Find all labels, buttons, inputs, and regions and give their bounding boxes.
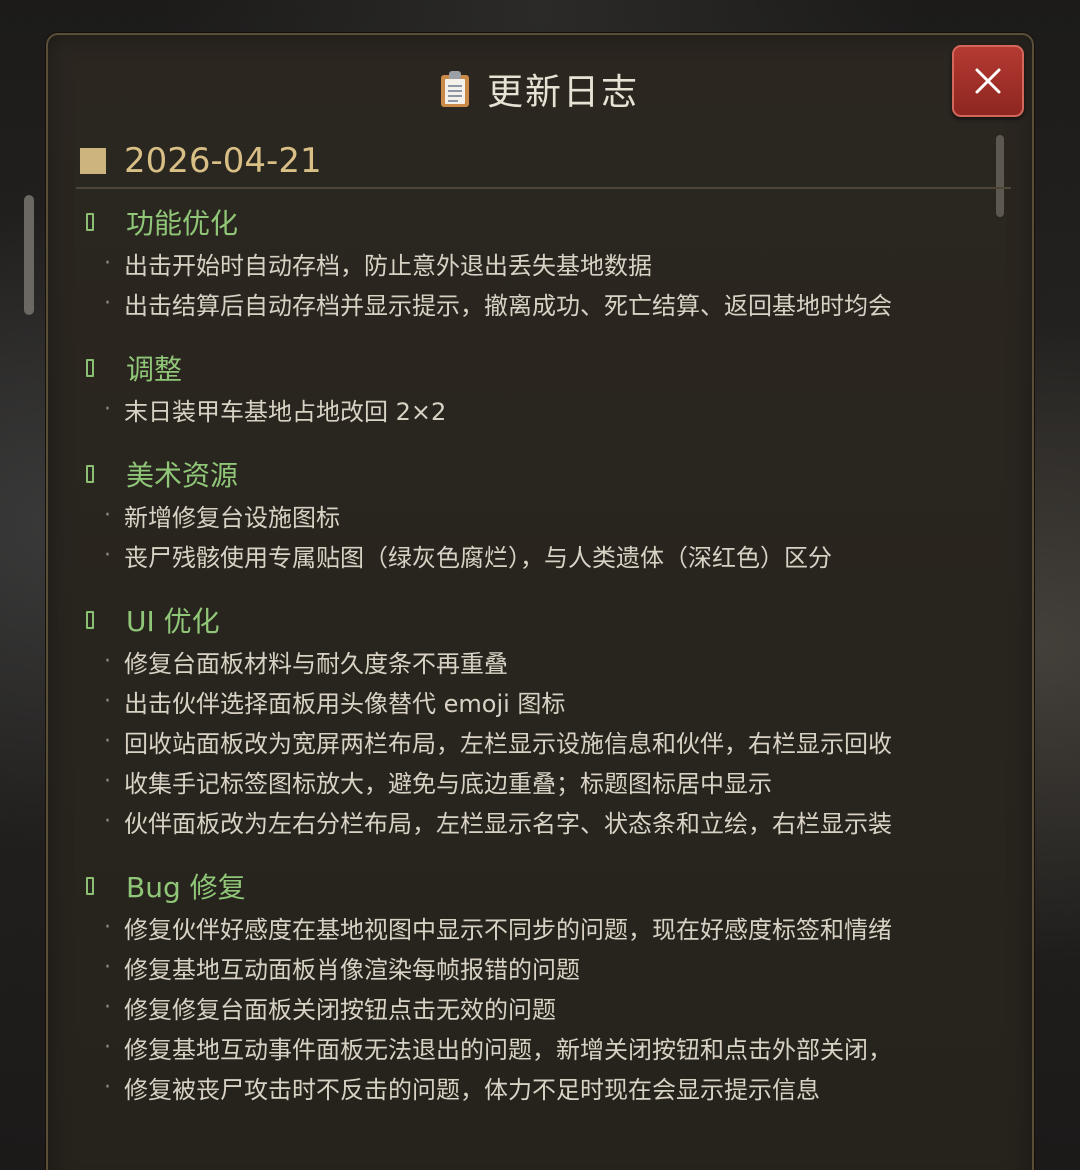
list-item: · 修复伙伴好感度在基地视图中显示不同步的问题，现在好感度标签和情绪 — [76, 907, 1011, 947]
section-ui-optimization: UI 优化 · 修复台面板材料与耐久度条不再重叠 · 出击伙伴选择面板用头像替代… — [76, 599, 1011, 841]
section-header: 功能优化 — [76, 201, 1011, 243]
date-marker-icon — [80, 148, 106, 174]
section-marker-icon — [86, 611, 94, 629]
list-item: · 末日装甲车基地占地改回 2×2 — [76, 389, 1011, 429]
item-text: 回收站面板改为宽屏两栏布局，左栏显示设施信息和伙伴，右栏显示回收 — [124, 729, 892, 758]
item-text: 修复伙伴好感度在基地视图中显示不同步的问题，现在好感度标签和情绪 — [124, 915, 892, 944]
list-item: · 修复修复台面板关闭按钮点击无效的问题 — [76, 987, 1011, 1027]
item-text: 伙伴面板改为左右分栏布局，左栏显示名字、状态条和立绘，右栏显示装 — [124, 809, 892, 838]
list-item: · 新增修复台设施图标 — [76, 495, 1011, 535]
list-item: · 伙伴面板改为左右分栏布局，左栏显示名字、状态条和立绘，右栏显示装 — [76, 801, 1011, 841]
close-icon — [975, 68, 1001, 94]
section-marker-icon — [86, 213, 94, 231]
item-text: 新增修复台设施图标 — [124, 503, 340, 532]
list-item: · 出击伙伴选择面板用头像替代 emoji 图标 — [76, 681, 1011, 721]
bullet-icon: · — [104, 290, 111, 316]
bullet-icon: · — [104, 954, 111, 980]
changelog-sections: 功能优化 · 出击开始时自动存档，防止意外退出丢失基地数据 · 出击结算后自动存… — [76, 189, 1011, 1107]
bullet-icon: · — [104, 768, 111, 794]
item-text: 出击伙伴选择面板用头像替代 emoji 图标 — [124, 689, 566, 718]
bullet-icon: · — [104, 1074, 111, 1100]
section-title: 调整 — [126, 353, 183, 386]
list-item: · 修复被丧尸攻击时不反击的问题，体力不足时现在会显示提示信息 — [76, 1067, 1011, 1107]
changelog-content[interactable]: 2026-04-21 功能优化 · 出击开始时自动存档，防止意外退出丢失基地数据… — [76, 135, 1011, 1170]
list-item: · 修复基地互动面板肖像渲染每帧报错的问题 — [76, 947, 1011, 987]
item-text: 收集手记标签图标放大，避免与底边重叠；标题图标居中显示 — [124, 769, 772, 798]
item-text: 修复台面板材料与耐久度条不再重叠 — [124, 649, 508, 678]
item-text: 末日装甲车基地占地改回 2×2 — [124, 397, 447, 426]
bullet-icon: · — [104, 994, 111, 1020]
clipboard-icon — [440, 71, 469, 107]
close-button[interactable] — [952, 45, 1024, 117]
section-header: UI 优化 — [76, 599, 1011, 641]
list-item: · 修复台面板材料与耐久度条不再重叠 — [76, 641, 1011, 681]
section-marker-icon — [86, 877, 94, 895]
item-text: 修复基地互动事件面板无法退出的问题，新增关闭按钮和点击外部关闭， — [124, 1035, 892, 1064]
section-header: Bug 修复 — [76, 865, 1011, 907]
section-feature-optimization: 功能优化 · 出击开始时自动存档，防止意外退出丢失基地数据 · 出击结算后自动存… — [76, 201, 1011, 323]
dialog-title: 更新日志 — [486, 72, 639, 113]
bullet-icon: · — [104, 1034, 111, 1060]
bullet-icon: · — [104, 502, 111, 528]
section-bug-fix: Bug 修复 · 修复伙伴好感度在基地视图中显示不同步的问题，现在好感度标签和情… — [76, 865, 1011, 1107]
bullet-icon: · — [104, 728, 111, 754]
section-adjustment: 调整 · 末日装甲车基地占地改回 2×2 — [76, 347, 1011, 429]
date-header: 2026-04-21 — [76, 135, 1011, 189]
list-item: · 出击结算后自动存档并显示提示，撤离成功、死亡结算、返回基地时均会 — [76, 283, 1011, 323]
item-text: 修复被丧尸攻击时不反击的问题，体力不足时现在会显示提示信息 — [124, 1075, 820, 1104]
bullet-icon: · — [104, 808, 111, 834]
section-art-assets: 美术资源 · 新增修复台设施图标 · 丧尸残骸使用专属贴图（绿灰色腐烂），与人类… — [76, 453, 1011, 575]
dialog-header: 更新日志 — [48, 59, 1032, 119]
section-header: 美术资源 — [76, 453, 1011, 495]
bullet-icon: · — [104, 688, 111, 714]
bullet-icon: · — [104, 250, 111, 276]
background-scrollbar[interactable] — [24, 195, 34, 315]
bullet-icon: · — [104, 648, 111, 674]
bullet-icon: · — [104, 542, 111, 568]
item-text: 出击结算后自动存档并显示提示，撤离成功、死亡结算、返回基地时均会 — [124, 291, 892, 320]
section-title: Bug 修复 — [126, 871, 246, 904]
item-text: 出击开始时自动存档，防止意外退出丢失基地数据 — [124, 251, 652, 280]
list-item: · 丧尸残骸使用专属贴图（绿灰色腐烂），与人类遗体（深红色）区分 — [76, 535, 1011, 575]
section-header: 调整 — [76, 347, 1011, 389]
item-text: 修复基地互动面板肖像渲染每帧报错的问题 — [124, 955, 580, 984]
changelog-date: 2026-04-21 — [124, 141, 322, 181]
list-item: · 收集手记标签图标放大，避免与底边重叠；标题图标居中显示 — [76, 761, 1011, 801]
list-item: · 回收站面板改为宽屏两栏布局，左栏显示设施信息和伙伴，右栏显示回收 — [76, 721, 1011, 761]
section-marker-icon — [86, 465, 94, 483]
list-item: · 修复基地互动事件面板无法退出的问题，新增关闭按钮和点击外部关闭， — [76, 1027, 1011, 1067]
list-item: · 出击开始时自动存档，防止意外退出丢失基地数据 — [76, 243, 1011, 283]
item-text: 丧尸残骸使用专属贴图（绿灰色腐烂），与人类遗体（深红色）区分 — [124, 543, 832, 572]
section-title: 功能优化 — [126, 207, 239, 240]
changelog-dialog: 更新日志 2026-04-21 功能优化 · 出击开始时自动存档，防止意外退出丢… — [46, 33, 1034, 1170]
section-title: 美术资源 — [126, 459, 239, 492]
bullet-icon: · — [104, 396, 111, 422]
section-marker-icon — [86, 359, 94, 377]
bullet-icon: · — [104, 914, 111, 940]
section-title: UI 优化 — [126, 605, 220, 638]
item-text: 修复修复台面板关闭按钮点击无效的问题 — [124, 995, 556, 1024]
